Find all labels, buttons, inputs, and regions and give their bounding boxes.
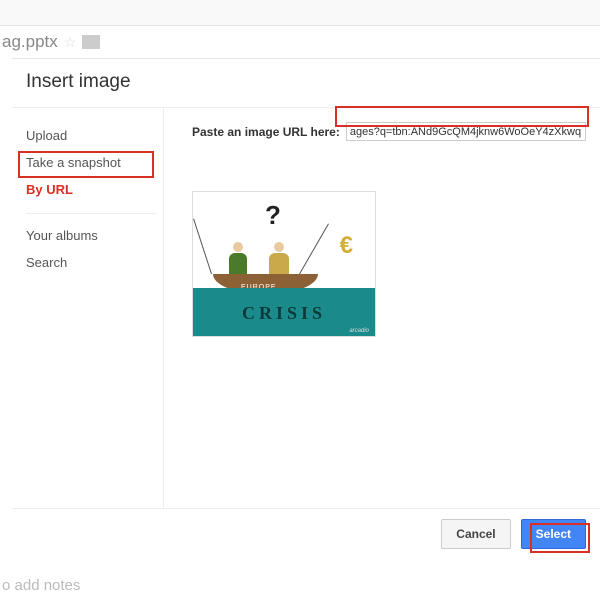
dialog-title: Insert image <box>12 59 600 107</box>
sidebar-item-snapshot[interactable]: Take a snapshot <box>26 149 163 176</box>
crisis-text: CRISIS <box>193 303 375 324</box>
star-icon[interactable]: ☆ <box>64 34 77 51</box>
sidebar-item-upload[interactable]: Upload <box>26 122 163 149</box>
url-row: Paste an image URL here: <box>192 122 586 141</box>
fishing-rod-icon <box>299 224 329 275</box>
url-label: Paste an image URL here: <box>192 125 340 139</box>
sidebar-divider <box>26 213 156 214</box>
dialog-footer: Cancel Select <box>12 508 600 558</box>
insert-image-dialog: Insert image Upload Take a snapshot By U… <box>12 58 600 558</box>
euro-icon: € <box>340 232 353 260</box>
credit-text: arcadio <box>349 328 369 334</box>
file-name[interactable]: ag.pptx <box>2 32 58 52</box>
sidebar-item-albums[interactable]: Your albums <box>26 222 163 249</box>
image-preview: ? € EUROPE CRISIS arcadio <box>192 191 586 337</box>
dialog-sidebar: Upload Take a snapshot By URL Your album… <box>12 108 164 508</box>
notes-placeholder[interactable]: o add notes <box>2 577 80 594</box>
select-button[interactable]: Select <box>521 519 586 549</box>
sidebar-item-by-url[interactable]: By URL <box>26 176 163 203</box>
dialog-body: Upload Take a snapshot By URL Your album… <box>12 107 600 508</box>
fishing-rod-icon <box>193 219 212 274</box>
file-bar: ag.pptx ☆ <box>0 26 600 54</box>
preview-image: ? € EUROPE CRISIS arcadio <box>192 191 376 337</box>
cancel-button[interactable]: Cancel <box>441 519 510 549</box>
dialog-main: Paste an image URL here: ? € EUROPE CRIS… <box>164 108 600 508</box>
folder-icon[interactable] <box>82 35 100 49</box>
sidebar-item-search[interactable]: Search <box>26 249 163 276</box>
question-mark-icon: ? <box>265 200 281 231</box>
url-input[interactable] <box>346 122 586 141</box>
browser-top-bar <box>0 0 600 26</box>
